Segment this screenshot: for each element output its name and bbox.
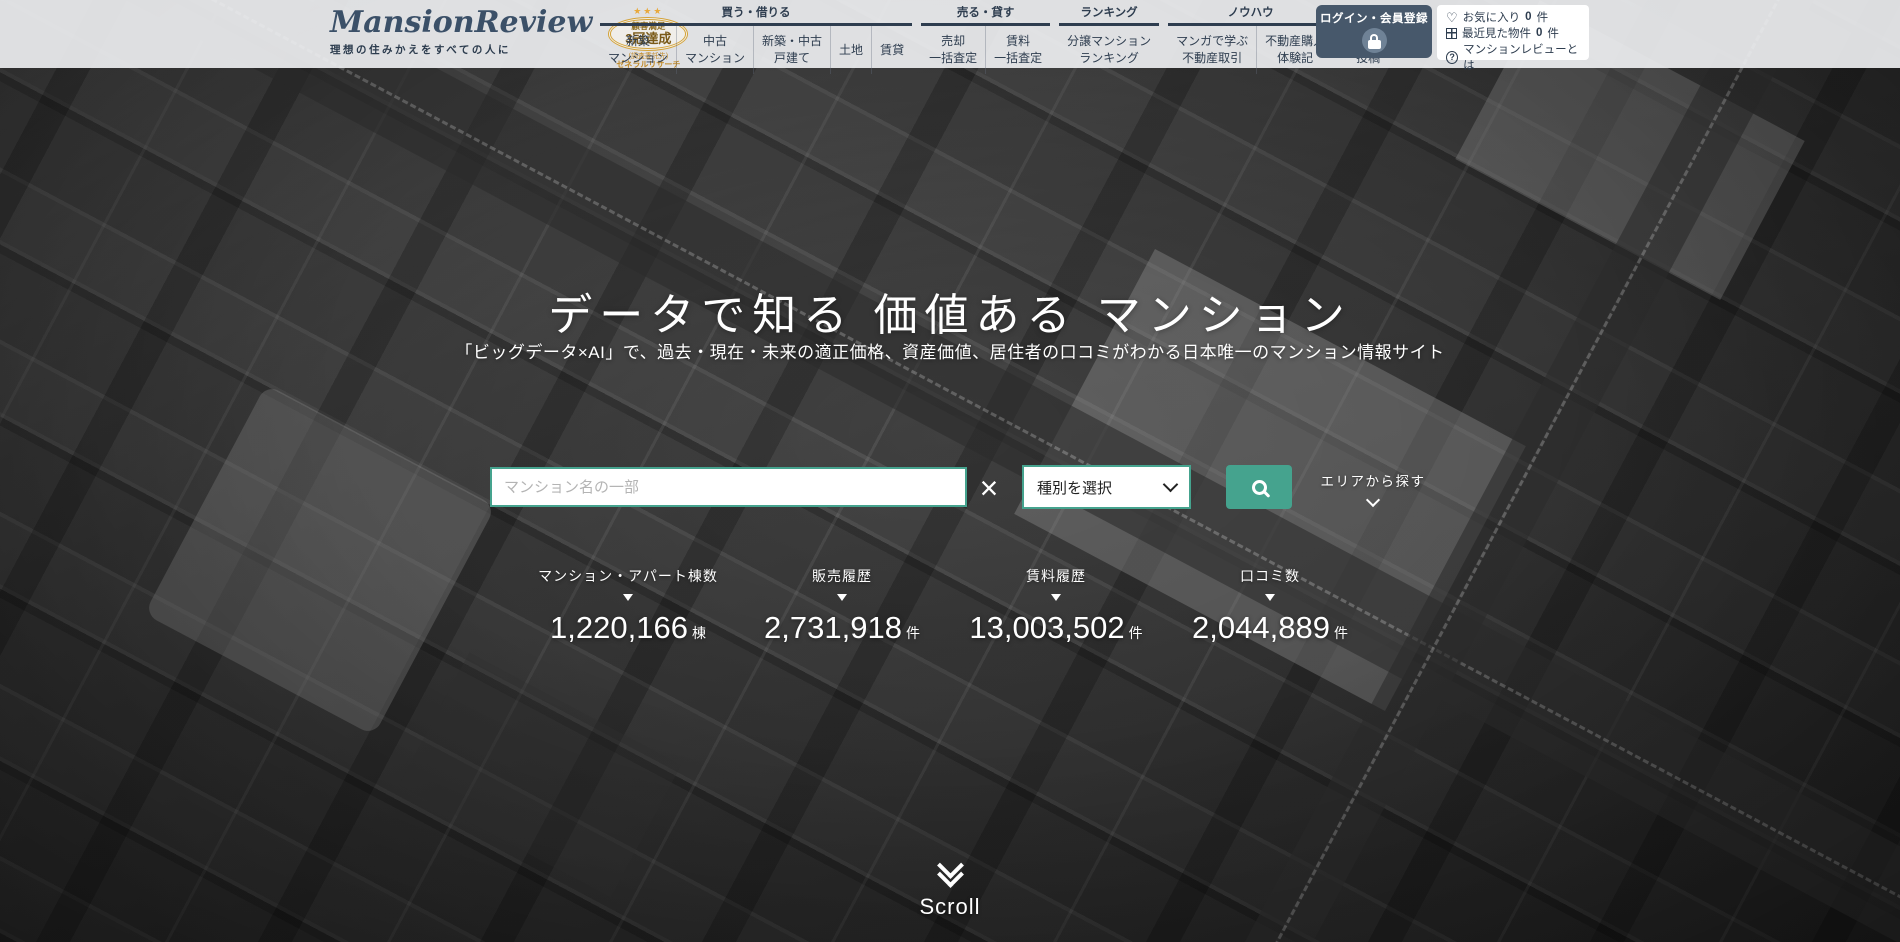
recently-viewed-label: 最近見た物件 [1462, 25, 1531, 41]
building-grid-icon [1446, 28, 1457, 39]
lock-icon [1362, 28, 1387, 53]
nav-group-sell-lease: 売る・貸す 売却 一括査定 賃料 一括査定 [921, 4, 1050, 74]
stat-review-count: 口コミ数 2,044,889件 [1163, 566, 1377, 646]
login-register-button[interactable]: ログイン・会員登録 [1316, 5, 1432, 58]
favorites-label: お気に入り [1463, 9, 1521, 25]
nav-item-mansion-ranking[interactable]: 分譲マンション ランキング [1059, 26, 1159, 74]
chevron-down-icon [1366, 493, 1380, 507]
property-type-select[interactable]: 種別を選択 [1022, 465, 1191, 509]
mansion-name-search-input[interactable] [490, 467, 967, 507]
nav-group-label: ランキング [1059, 4, 1159, 26]
nav-group-ranking: ランキング 分譲マンション ランキング [1059, 4, 1159, 74]
nav-item-manga-guide[interactable]: マンガで学ぶ 不動産取引 [1168, 26, 1256, 74]
search-button[interactable] [1226, 465, 1292, 509]
about-link[interactable]: ? マンションレビューとは [1446, 41, 1580, 73]
heart-icon: ♡ [1446, 11, 1458, 24]
search-icon [1252, 480, 1267, 495]
stat-sales-history: 販売履歴 2,731,918件 [735, 566, 949, 646]
nav-group-label: 売る・貸す [921, 4, 1050, 26]
stat-label: マンション・アパート棟数 [521, 566, 735, 586]
hero-title: データで知る 価値ある マンション [0, 279, 1900, 343]
hero-subtitle: 「ビッグデータ×AI」で、過去・現在・未来の適正価格、資産価値、居住者の口コミが… [0, 338, 1900, 363]
stat-label: 賃料履歴 [949, 566, 1163, 586]
recently-viewed-unit: 件 [1547, 25, 1559, 41]
stat-value: 2,731,918 [764, 610, 902, 645]
nav-group-buy-rent: 買う・借りる 新築 マンション 中古 マンション 新築・中古 戸建て 土地 賃貸 [600, 4, 912, 74]
nav-item-rental[interactable]: 賃貸 [871, 26, 912, 74]
chevron-down-icon [1163, 477, 1179, 493]
recently-viewed-count: 0 [1536, 27, 1542, 39]
stat-value: 13,003,502 [969, 610, 1124, 645]
quick-links-panel: ♡ お気に入り 0 件 最近見た物件 0 件 ? マンションレビューとは [1437, 5, 1589, 60]
stat-unit: 件 [906, 625, 920, 641]
stat-label: 口コミ数 [1163, 566, 1377, 586]
search-by-area-label: エリアから探す [1321, 474, 1426, 489]
nav-item-houses[interactable]: 新築・中古 戸建て [753, 26, 830, 74]
nav-group-label: 買う・借りる [600, 4, 912, 26]
logo-wordmark[interactable]: MansionReview [330, 7, 592, 39]
nav-item-new-mansion[interactable]: 新築 マンション [600, 26, 676, 74]
site-header: MansionReview 理想の住みかえをすべての人に ★★★ 顧客満足 3冠… [0, 0, 1900, 68]
site-logo[interactable]: MansionReview 理想の住みかえをすべての人に [330, 7, 592, 69]
page: MansionReview 理想の住みかえをすべての人に ★★★ 顧客満足 3冠… [0, 0, 1900, 942]
search-by-area-link[interactable]: エリアから探す [1318, 470, 1428, 505]
stat-unit: 件 [1129, 625, 1143, 641]
recently-viewed-link[interactable]: 最近見た物件 0 件 [1446, 25, 1580, 41]
nav-group-knowhow: ノウハウ マンガで学ぶ 不動産取引 不動産購入 体験記 [1168, 4, 1333, 74]
triangle-down-icon [1265, 594, 1275, 601]
favorites-unit: 件 [1537, 9, 1549, 25]
scroll-indicator[interactable]: Scroll [0, 856, 1900, 920]
double-chevron-down-icon [0, 856, 1900, 884]
question-circle-icon: ? [1446, 51, 1458, 64]
stat-unit: 件 [1334, 625, 1348, 641]
triangle-down-icon [837, 594, 847, 601]
triangle-down-icon [623, 594, 633, 601]
nav-group-label: ノウハウ [1168, 4, 1333, 26]
main-nav: 買う・借りる 新築 マンション 中古 マンション 新築・中古 戸建て 土地 賃貸… [600, 4, 1394, 74]
stat-label: 販売履歴 [735, 566, 949, 586]
nav-item-used-mansion[interactable]: 中古 マンション [676, 26, 753, 74]
nav-item-rent-appraisal[interactable]: 賃料 一括査定 [985, 26, 1050, 74]
stats-row: マンション・アパート棟数 1,220,166棟 販売履歴 2,731,918件 … [521, 566, 1377, 646]
logo-tagline: 理想の住みかえをすべての人に [330, 42, 592, 57]
scroll-label: Scroll [0, 894, 1900, 920]
nav-item-land[interactable]: 土地 [830, 26, 871, 74]
stat-value: 2,044,889 [1192, 610, 1330, 645]
about-label: マンションレビューとは [1463, 41, 1580, 73]
stat-value: 1,220,166 [550, 610, 688, 645]
stat-unit: 棟 [692, 625, 706, 641]
stat-rent-history: 賃料履歴 13,003,502 件 [949, 566, 1163, 646]
stat-building-count: マンション・アパート棟数 1,220,166棟 [521, 566, 735, 646]
triangle-down-icon [1051, 594, 1061, 601]
login-label: ログイン・会員登録 [1320, 10, 1428, 26]
nav-item-sale-appraisal[interactable]: 売却 一括査定 [921, 26, 985, 74]
favorites-count: 0 [1525, 11, 1531, 23]
clear-search-icon[interactable]: × [974, 468, 1004, 508]
favorites-link[interactable]: ♡ お気に入り 0 件 [1446, 9, 1580, 25]
property-type-value: 種別を選択 [1037, 477, 1112, 498]
